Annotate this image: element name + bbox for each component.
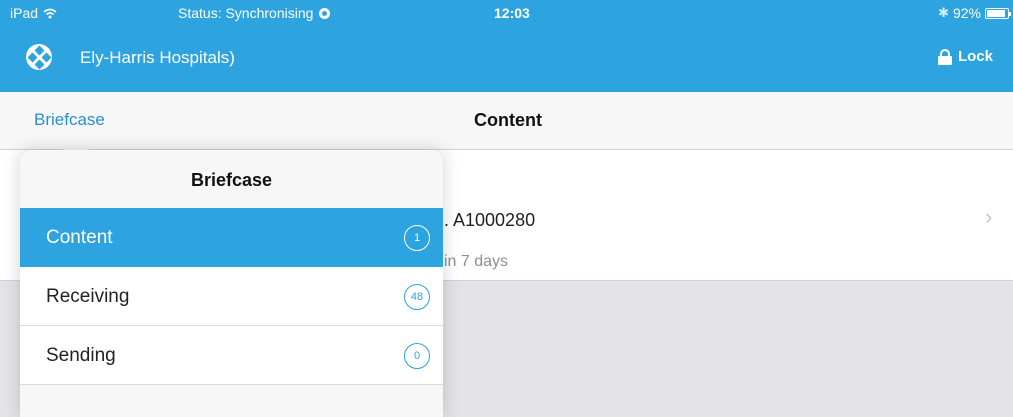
briefcase-popover: Briefcase Content 1 Receiving 48 Sending… xyxy=(20,150,443,417)
chevron-right-icon: › xyxy=(985,204,993,229)
item-subtitle: in 7 days xyxy=(444,253,509,270)
menu-item-label: Receiving xyxy=(46,286,130,307)
wifi-icon xyxy=(43,8,57,18)
popover-title: Briefcase xyxy=(190,170,273,190)
nav-bar: Ely-Harris Hospitals) Lock xyxy=(0,38,1013,82)
menu-item-label: Sending xyxy=(46,345,116,366)
status-left: iPad xyxy=(10,5,57,21)
app-header: iPad Status: Synchronising 12:03 ✱ 92% E… xyxy=(0,0,1013,92)
device-label: iPad xyxy=(10,5,39,21)
count-badge: 48 xyxy=(404,284,430,310)
menu-item-label: Content xyxy=(46,227,113,248)
count-badge: 0 xyxy=(404,343,430,369)
lock-button[interactable]: Lock xyxy=(937,48,993,65)
lock-icon xyxy=(937,48,952,65)
page-title: Content xyxy=(474,110,542,130)
organization-name: Ely-Harris Hospitals) xyxy=(80,48,235,67)
clock: 12:03 xyxy=(494,5,530,21)
sync-status: Status: Synchronising xyxy=(178,5,331,21)
popover-arrow xyxy=(62,136,90,151)
menu-item-receiving[interactable]: Receiving 48 xyxy=(20,267,443,326)
briefcase-back-button[interactable]: Briefcase xyxy=(34,110,105,130)
item-title: . A1000280 xyxy=(444,210,536,230)
toolbar: Briefcase Content xyxy=(0,92,1013,150)
status-right: ✱ 92% xyxy=(938,5,1011,21)
hospital-logo-icon xyxy=(26,44,52,70)
count-badge: 1 xyxy=(404,225,430,251)
bluetooth-icon: ✱ xyxy=(938,5,949,20)
battery-percent: 92% xyxy=(952,5,981,21)
menu-item-content[interactable]: Content 1 xyxy=(20,208,443,267)
battery-fill xyxy=(987,9,1006,17)
sync-status-text: Status: Synchronising xyxy=(178,5,314,21)
briefcase-menu: Content 1 Receiving 48 Sending 0 xyxy=(20,208,443,385)
battery-icon xyxy=(985,7,1011,19)
status-bar: iPad Status: Synchronising 12:03 ✱ 92% xyxy=(0,0,1013,26)
sync-icon xyxy=(319,7,331,19)
lock-label: Lock xyxy=(957,48,993,65)
menu-item-sending[interactable]: Sending 0 xyxy=(20,326,443,385)
